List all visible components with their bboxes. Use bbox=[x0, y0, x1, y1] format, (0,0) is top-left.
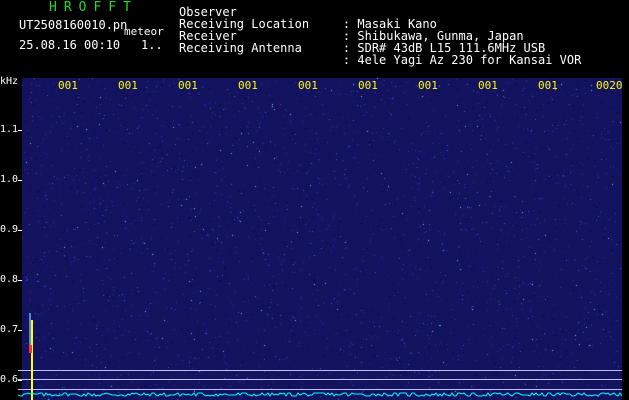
app-title: HROFFT bbox=[49, 0, 138, 15]
x-tick-label: 0020 bbox=[596, 79, 623, 92]
y-tick-0-9: 0.9 bbox=[0, 224, 19, 235]
antenna-label: Receiving Antenna bbox=[179, 41, 302, 55]
y-tick-mark bbox=[18, 280, 22, 281]
x-tick-label: 001 bbox=[538, 79, 558, 92]
header: HROFFT UT2508160010.pn meteor 25.08.16 0… bbox=[0, 0, 629, 76]
y-tick-mark bbox=[18, 330, 22, 331]
y-tick-0-8: 0.8 bbox=[0, 274, 19, 285]
x-tick-label: 001 bbox=[298, 79, 318, 92]
tag-label: meteor bbox=[124, 25, 164, 38]
datetime-label: 25.08.16 00:10 bbox=[19, 38, 121, 52]
x-tick-label: 001 bbox=[418, 79, 438, 92]
y-tick-1-1: 1.1 bbox=[0, 124, 19, 135]
y-tick-0-6: 0.6 bbox=[0, 374, 19, 385]
y-tick-mark bbox=[18, 130, 22, 131]
y-tick-mark bbox=[18, 230, 22, 231]
file-name: UT2508160010.pn bbox=[19, 18, 128, 32]
meteor-echo-mark bbox=[29, 345, 32, 353]
counter-label: 1.. bbox=[141, 38, 163, 52]
y-tick-mark bbox=[18, 380, 22, 381]
signal-baseline bbox=[18, 392, 622, 397]
spectrogram-noise bbox=[22, 78, 622, 400]
signal-baseline-trace bbox=[18, 392, 622, 397]
reference-line-middle bbox=[18, 379, 622, 380]
antenna-sep: : bbox=[342, 53, 351, 67]
antenna-text: 4ele Yagi Az 230 for Kansai VOR bbox=[357, 53, 582, 67]
meteor-trace bbox=[29, 313, 31, 345]
reference-line-upper bbox=[18, 370, 622, 371]
y-tick-0-7: 0.7 bbox=[0, 324, 19, 335]
x-tick-label: 001 bbox=[358, 79, 378, 92]
antenna-value: : 4ele Yagi Az 230 for Kansai VOR bbox=[314, 42, 581, 78]
x-tick-label: 001 bbox=[118, 79, 138, 92]
y-unit-label: kHz bbox=[0, 76, 19, 87]
x-tick-label: 001 bbox=[178, 79, 198, 92]
x-tick-label: 001 bbox=[478, 79, 498, 92]
y-tick-1-0: 1.0 bbox=[0, 174, 19, 185]
right-margin bbox=[622, 78, 629, 400]
x-tick-label: 001 bbox=[238, 79, 258, 92]
spectrogram-plot[interactable] bbox=[22, 78, 622, 400]
x-tick-label: 001 bbox=[58, 79, 78, 92]
y-tick-mark bbox=[18, 180, 22, 181]
